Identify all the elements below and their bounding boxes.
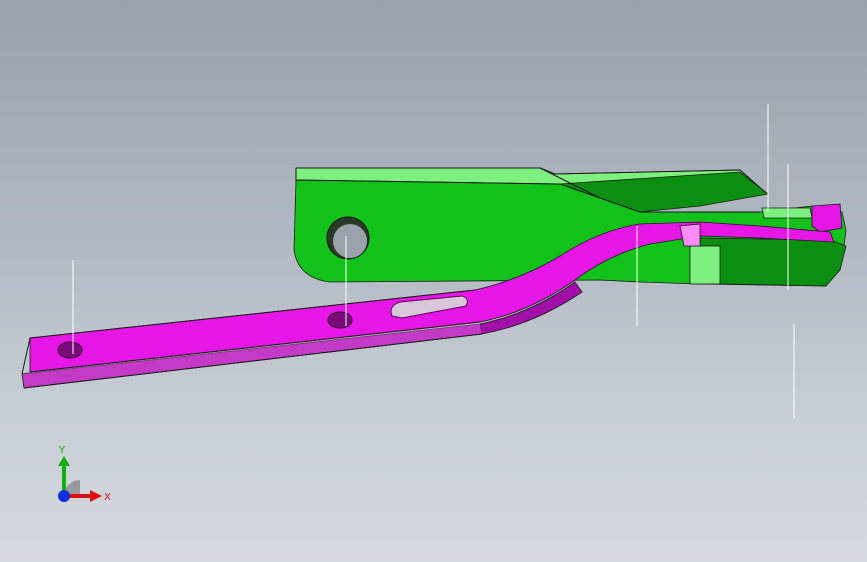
triad-z-axis [58,490,70,502]
triad-y-arrow [58,456,70,466]
arm-hole-middle[interactable] [327,311,353,329]
bracket-pin [689,245,721,285]
arm-pin-end [679,223,701,247]
bracket-hole-inner [333,224,367,258]
triad-x-label: X [104,492,111,503]
triad-x-arrow [90,490,102,502]
coordinate-triad[interactable]: Y X [40,438,120,508]
graphics-viewport[interactable]: Y X [0,0,867,562]
bracket-hook-tab [761,207,813,219]
model-view[interactable] [0,0,867,562]
bracket-hook [699,237,847,287]
triad-y-label: Y [58,445,66,456]
bracket-end-cap [811,203,843,233]
arm-hole-left[interactable] [57,341,83,359]
